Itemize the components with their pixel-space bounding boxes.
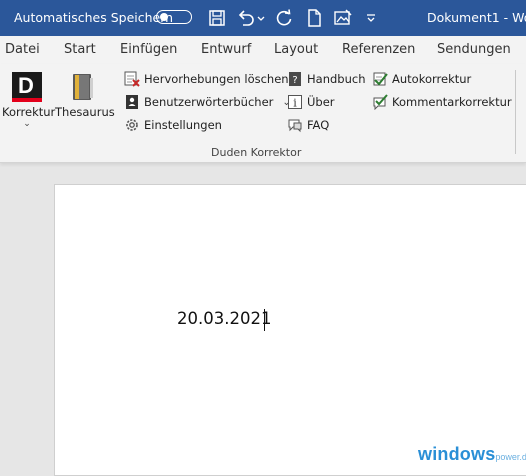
kommentar-label: Kommentarkorrektur — [392, 95, 512, 109]
ueber-label: Über — [307, 95, 335, 109]
watermark-sub: power.de — [495, 452, 526, 462]
duden-logo-icon: D — [12, 72, 42, 102]
redo-icon[interactable] — [274, 8, 294, 28]
undo-dropdown-icon[interactable] — [256, 8, 266, 28]
thesaurus-label: Thesaurus — [55, 105, 115, 119]
korrektur-button[interactable]: D Korrektur ⌄ — [2, 68, 56, 129]
tab-layout[interactable]: Layout — [274, 42, 318, 57]
einstellungen-button[interactable]: Einstellungen — [124, 115, 222, 135]
autokorrektur-label: Autokorrektur — [392, 72, 472, 86]
tab-datei[interactable]: Datei — [5, 42, 40, 57]
einstellungen-label: Einstellungen — [144, 118, 222, 132]
document-title: Dokument1 - Wo — [427, 10, 526, 25]
tab-start[interactable]: Start — [64, 42, 96, 57]
ribbon: D Korrektur ⌄ Thesaurus Hervorhebungen l… — [0, 64, 526, 163]
tab-sendungen[interactable]: Sendungen — [437, 42, 511, 57]
customize-toolbar-icon[interactable] — [364, 8, 378, 28]
info-icon: i — [287, 94, 303, 110]
gear-icon — [124, 117, 140, 133]
thesaurus-button[interactable]: Thesaurus — [55, 68, 115, 119]
format-picture-icon[interactable] — [333, 8, 353, 28]
dictionary-icon — [124, 94, 140, 110]
autocorrect-icon — [372, 71, 388, 87]
watermark-main: windows — [418, 444, 496, 464]
menu-tabs: Datei Start Einfügen Entwurf Layout Refe… — [0, 36, 526, 64]
korrektur-label: Korrektur — [2, 105, 56, 119]
thesaurus-book-icon — [70, 72, 96, 102]
faq-label: FAQ — [307, 118, 330, 132]
document-date-text: 20.03.2021 — [177, 309, 272, 328]
title-bar: Automatisches Speichern Dokument1 - Wo — [0, 0, 526, 36]
windowspower-watermark: windowspower.de — [418, 444, 526, 465]
autosave-label: Automatisches Speichern — [14, 10, 174, 25]
document-page[interactable]: 20.03.2021 — [54, 184, 526, 476]
hervorhebungen-loeschen-button[interactable]: Hervorhebungen löschen — [124, 69, 289, 89]
faq-chat-icon — [287, 117, 303, 133]
ueber-button[interactable]: i Über — [287, 92, 335, 112]
tab-entwurf[interactable]: Entwurf — [201, 42, 251, 57]
tab-referenzen[interactable]: Referenzen — [342, 42, 415, 57]
clear-highlight-icon — [124, 71, 140, 87]
benutzerwoerterbuecher-button[interactable]: Benutzerwörterbücher ⌄ — [124, 92, 291, 112]
new-document-icon[interactable] — [304, 8, 324, 28]
autokorrektur-button[interactable]: Autokorrektur — [372, 69, 471, 89]
group-separator — [515, 70, 516, 154]
comment-check-icon — [372, 94, 388, 111]
text-cursor — [264, 309, 265, 331]
handbuch-label: Handbuch — [307, 72, 366, 86]
benutzer-label: Benutzerwörterbücher — [144, 95, 274, 109]
svg-text:?: ? — [292, 75, 297, 86]
hervorhebungen-label: Hervorhebungen löschen — [144, 72, 289, 86]
handbuch-button[interactable]: ? Handbuch — [287, 69, 365, 89]
group-label-duden-korrektor: Duden Korrektor — [211, 146, 302, 159]
tab-einfuegen[interactable]: Einfügen — [120, 42, 177, 57]
svg-text:i: i — [293, 97, 297, 110]
faq-button[interactable]: FAQ — [287, 115, 329, 135]
save-icon[interactable] — [207, 8, 227, 28]
toggle-knob — [160, 13, 168, 21]
help-book-icon: ? — [287, 71, 303, 87]
kommentarkorrektur-button[interactable]: Kommentarkorrektur — [372, 92, 512, 112]
korrektur-dropdown-icon: ⌄ — [23, 119, 31, 129]
undo-icon[interactable] — [236, 8, 256, 28]
autosave-toggle[interactable] — [156, 10, 192, 24]
